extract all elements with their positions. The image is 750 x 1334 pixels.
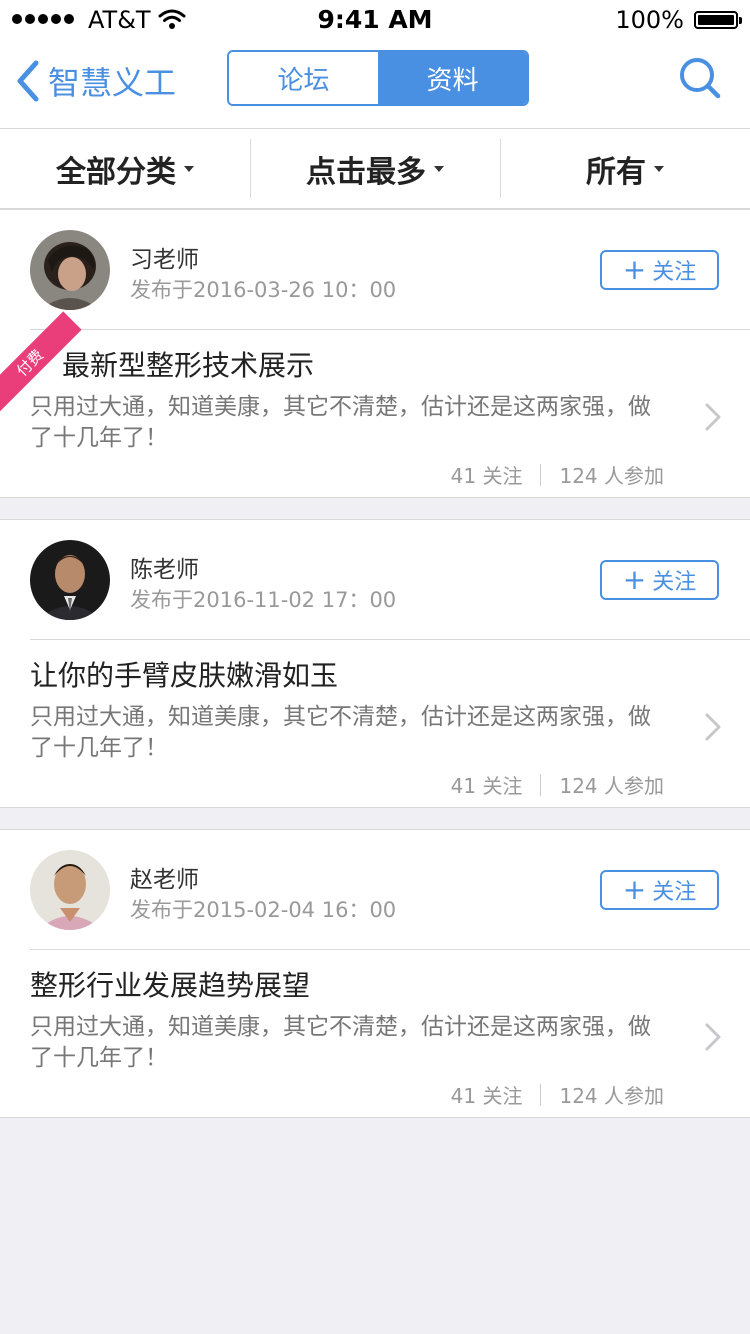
back-button[interactable]: 智慧义工 xyxy=(14,58,176,104)
status-bar: AT&T 9:41 AM 100% xyxy=(0,0,750,40)
follow-button[interactable]: + 关注 xyxy=(600,870,719,910)
plus-icon: + xyxy=(622,253,647,286)
avatar[interactable] xyxy=(30,230,110,310)
caret-down-icon xyxy=(654,165,664,172)
chevron-left-icon xyxy=(17,60,39,102)
follow-label: 关注 xyxy=(652,570,697,595)
post-excerpt: 只用过大通，知道美康，其它不清楚，估计还是这两家强，做了十几年了！ xyxy=(30,394,651,451)
divider xyxy=(30,949,750,950)
caret-down-icon xyxy=(434,165,444,172)
post-date: 发布于2016-11-02 17：00 xyxy=(130,588,397,612)
post-stats: 41 关注 124 人参加 xyxy=(451,770,664,799)
follower-count: 41 关注 xyxy=(450,1084,523,1108)
participant-count: 124 人参加 xyxy=(559,774,664,798)
follow-label: 关注 xyxy=(652,260,697,285)
follow-label: 关注 xyxy=(652,880,697,905)
post-excerpt: 只用过大通，知道美康，其它不清楚，估计还是这两家强，做了十几年了！ xyxy=(30,1014,651,1071)
tab-forum[interactable]: 论坛 xyxy=(229,52,378,104)
battery-icon xyxy=(694,11,742,29)
filter-category-label: 全部分类 xyxy=(56,154,176,190)
stats-separator xyxy=(540,463,542,486)
filter-bar: 全部分类 点击最多 所有 xyxy=(0,129,750,209)
post-excerpt: 只用过大通，知道美康，其它不清楚，估计还是这两家强，做了十几年了！ xyxy=(30,704,651,761)
post-card[interactable]: 赵老师 发布于2015-02-04 16：00 + 关注 整形行业发展趋势展望 … xyxy=(0,829,750,1118)
chevron-right-icon[interactable] xyxy=(704,402,722,436)
filter-scope-label: 所有 xyxy=(586,154,646,190)
author-name: 陈老师 xyxy=(130,557,199,583)
filter-scope[interactable]: 所有 xyxy=(500,129,750,208)
divider xyxy=(30,639,750,640)
nav-bar: 智慧义工 论坛 资料 xyxy=(0,40,750,129)
follow-button[interactable]: + 关注 xyxy=(600,560,719,600)
filter-sort-label: 点击最多 xyxy=(306,154,426,190)
participant-count: 124 人参加 xyxy=(559,1084,664,1108)
avatar[interactable] xyxy=(30,540,110,620)
post-stats: 41 关注 124 人参加 xyxy=(451,460,664,489)
filter-category[interactable]: 全部分类 xyxy=(0,129,250,208)
post-title[interactable]: 让你的手臂皮肤嫩滑如玉 xyxy=(30,654,338,694)
segmented-control: 论坛 资料 xyxy=(227,50,529,106)
filter-sort[interactable]: 点击最多 xyxy=(250,129,500,208)
plus-icon: + xyxy=(622,563,647,596)
participant-count: 124 人参加 xyxy=(559,464,664,488)
tab-materials[interactable]: 资料 xyxy=(378,52,527,104)
post-title[interactable]: 最新型整形技术展示 xyxy=(62,344,314,384)
post-card[interactable]: 习老师 发布于2016-03-26 10：00 + 关注 付费 最新型整形技术展… xyxy=(0,209,750,498)
chevron-right-icon[interactable] xyxy=(704,712,722,746)
chevron-right-icon[interactable] xyxy=(704,1022,722,1056)
post-date: 发布于2016-03-26 10：00 xyxy=(130,278,397,302)
post-date: 发布于2015-02-04 16：00 xyxy=(130,898,397,922)
battery-percent: 100% xyxy=(615,6,684,34)
caret-down-icon xyxy=(184,165,194,172)
stats-separator xyxy=(540,773,542,796)
back-label: 智慧义工 xyxy=(48,64,177,102)
follow-button[interactable]: + 关注 xyxy=(600,250,719,290)
stats-separator xyxy=(540,1083,542,1106)
author-name: 赵老师 xyxy=(130,867,199,893)
post-stats: 41 关注 124 人参加 xyxy=(451,1080,664,1109)
avatar[interactable] xyxy=(30,850,110,930)
divider xyxy=(30,329,750,330)
search-icon[interactable] xyxy=(678,56,722,104)
plus-icon: + xyxy=(622,873,647,906)
author-name: 习老师 xyxy=(130,247,199,273)
follower-count: 41 关注 xyxy=(450,774,523,798)
follower-count: 41 关注 xyxy=(450,464,523,488)
post-title[interactable]: 整形行业发展趋势展望 xyxy=(30,964,310,1004)
post-card[interactable]: 陈老师 发布于2016-11-02 17：00 + 关注 让你的手臂皮肤嫩滑如玉… xyxy=(0,519,750,808)
